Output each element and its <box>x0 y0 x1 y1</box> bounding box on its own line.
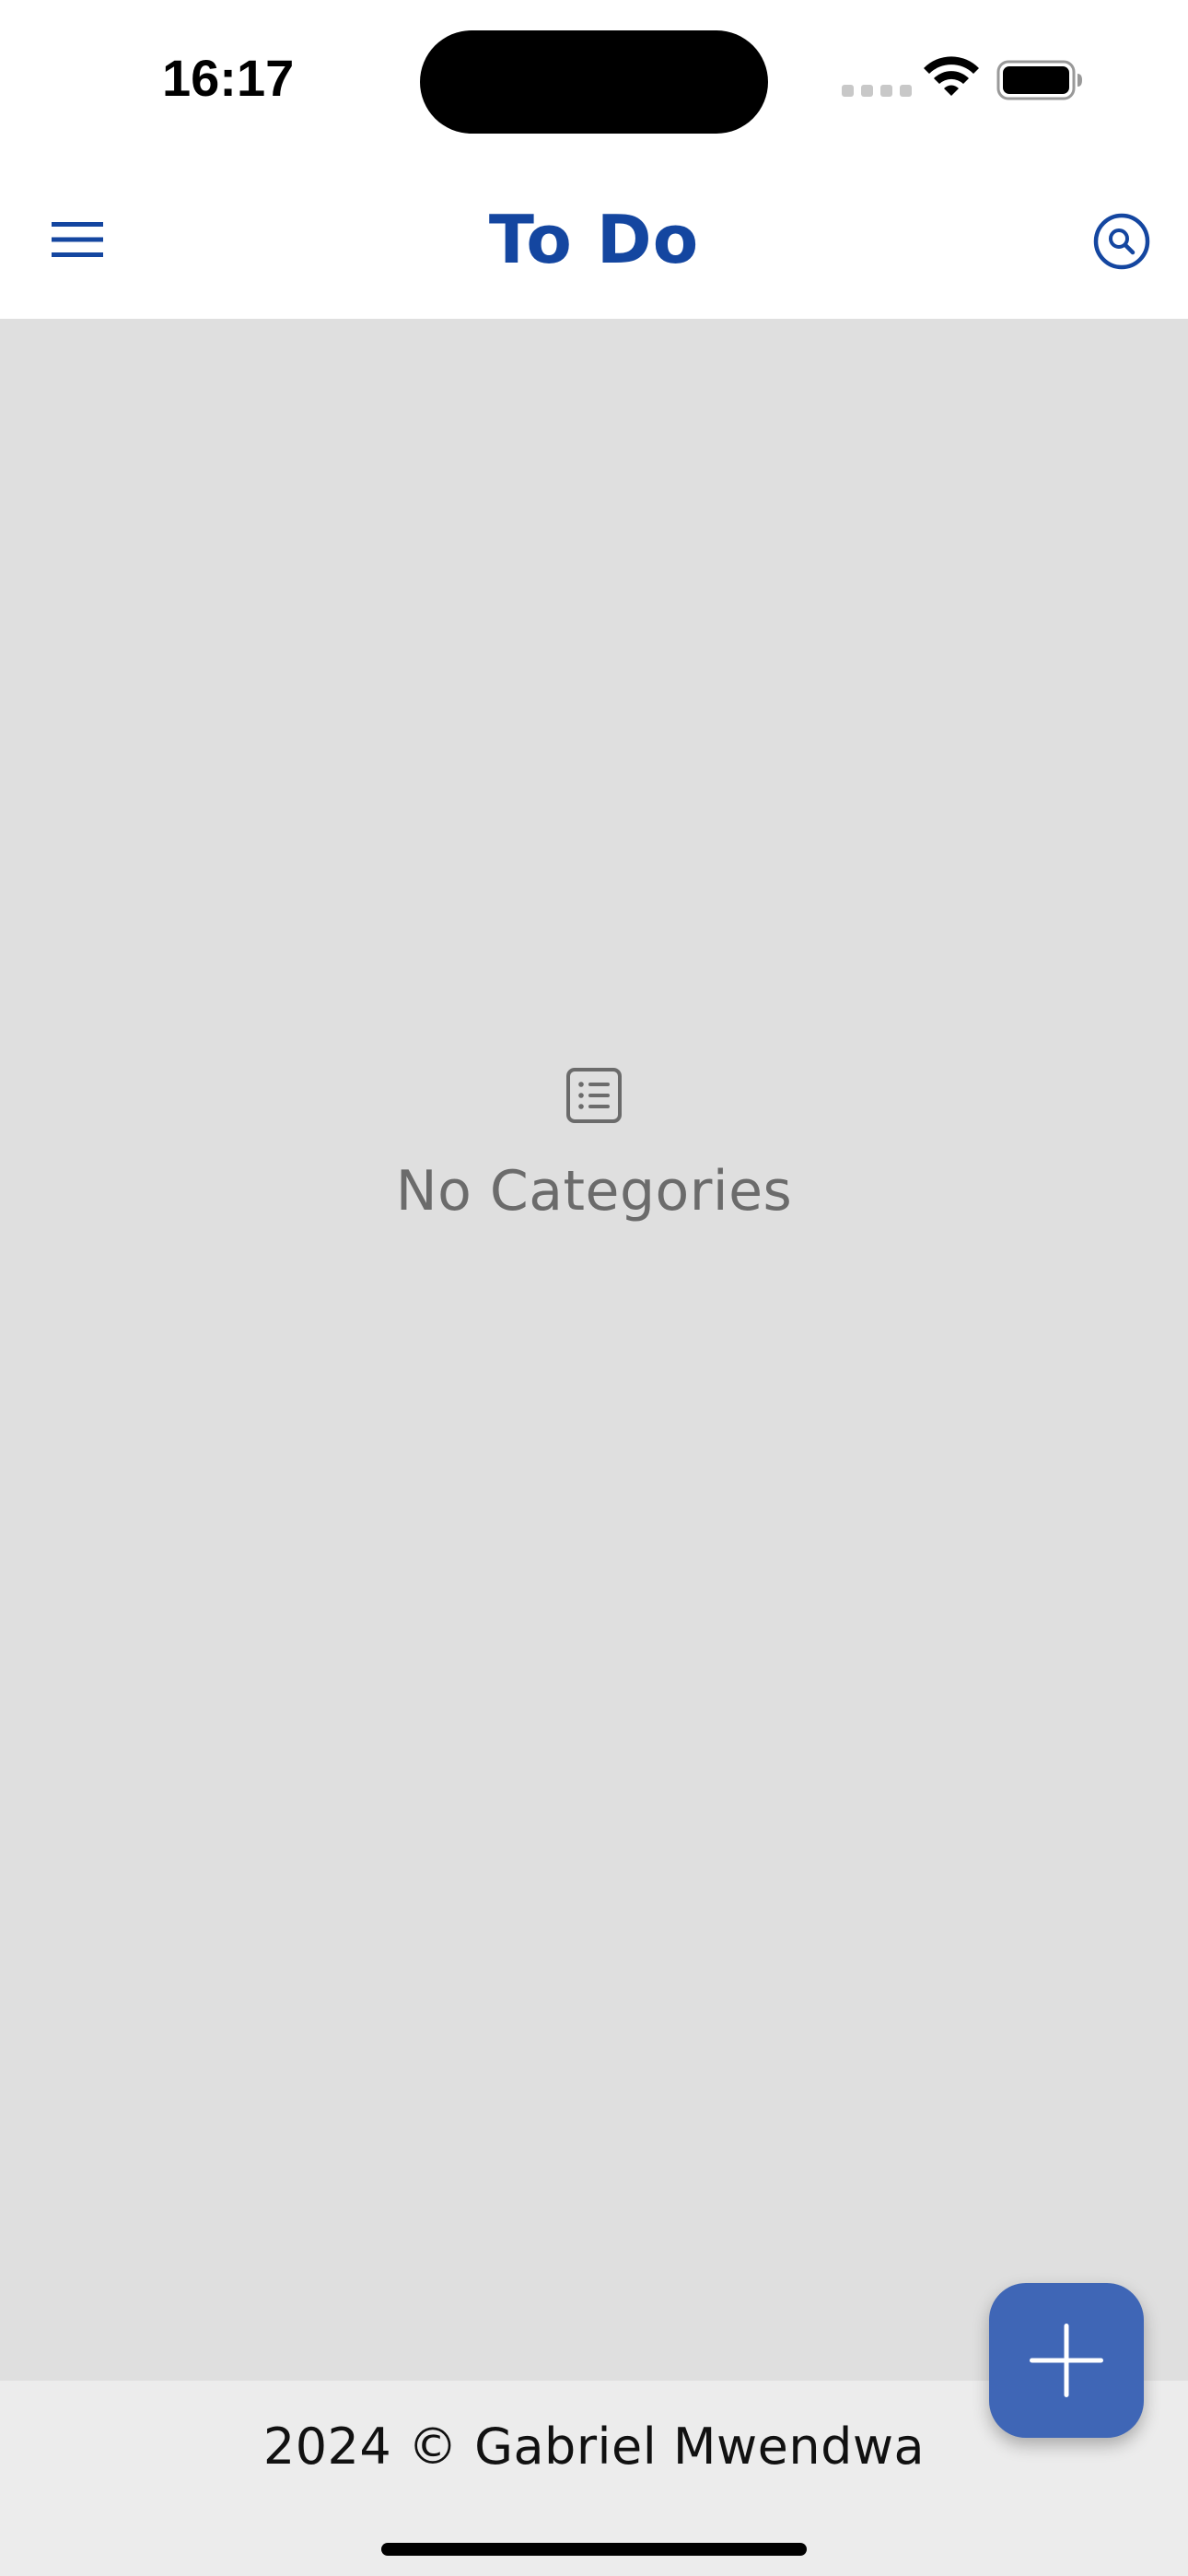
dynamic-island <box>420 30 768 134</box>
page-title: To Do <box>488 201 700 278</box>
plus-icon <box>1030 2324 1103 2397</box>
battery-icon <box>996 60 1082 100</box>
cellular-signal-icon <box>842 85 912 97</box>
search-button[interactable] <box>1087 206 1157 276</box>
wifi-icon <box>924 56 979 96</box>
main-content: No Categories <box>0 319 1188 2381</box>
search-icon <box>1093 213 1150 270</box>
add-category-button[interactable] <box>989 2283 1144 2438</box>
status-bar: 16:17 <box>0 0 1188 166</box>
list-icon <box>566 1068 622 1123</box>
home-indicator[interactable] <box>381 2543 807 2556</box>
empty-state-message: No Categories <box>395 1159 793 1224</box>
app-bar: To Do <box>0 166 1188 319</box>
status-time: 16:17 <box>162 49 295 107</box>
app-screen: 16:17 To Do No Categories 2024 © Gabriel… <box>0 0 1188 2576</box>
empty-state: No Categories <box>0 1067 1188 1224</box>
